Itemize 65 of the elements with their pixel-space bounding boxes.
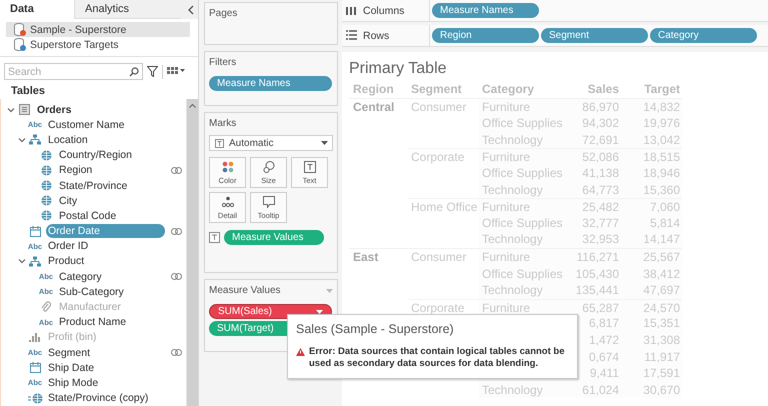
card-title: Filters xyxy=(209,57,238,68)
card-title: Pages xyxy=(209,8,238,19)
mark-type-dropdown[interactable]: Automatic xyxy=(209,135,333,151)
chevron-icon[interactable] xyxy=(7,106,15,114)
color-icon xyxy=(222,160,234,172)
chevron-icon[interactable] xyxy=(18,257,26,266)
bar-bins-icon xyxy=(29,332,41,342)
paperclip-icon xyxy=(41,301,51,314)
search-field[interactable]: Search xyxy=(4,63,143,80)
field-item[interactable]: Product xyxy=(1,254,186,270)
chevron-icon[interactable] xyxy=(18,136,26,144)
link-icon[interactable] xyxy=(171,166,182,174)
row-header: Central xyxy=(352,98,396,116)
link-icon[interactable] xyxy=(171,349,182,356)
detail-icon xyxy=(222,196,234,208)
size-icon xyxy=(262,160,274,172)
field-item[interactable]: State/Province xyxy=(1,178,186,194)
field-item[interactable]: City xyxy=(1,193,186,208)
globe-icon xyxy=(40,164,52,176)
calendar-icon xyxy=(30,226,40,237)
dropdown-caret-icon xyxy=(321,141,328,145)
warning-icon xyxy=(296,348,305,356)
text-mark-icon xyxy=(215,138,224,148)
rows-shelf-icon xyxy=(346,30,357,41)
table-icon xyxy=(18,104,30,116)
card-title: Marks xyxy=(209,118,238,129)
globe-icon xyxy=(40,210,52,222)
data-source-item[interactable]: Sample - Superstore xyxy=(6,22,190,37)
collapse-chevron-icon[interactable] xyxy=(187,5,194,15)
database-icon xyxy=(14,23,26,36)
hierarchy-icon xyxy=(29,134,41,146)
view-title: Primary Table xyxy=(349,60,448,79)
field-item[interactable]: Orders xyxy=(1,102,186,118)
shelf-label: Rows xyxy=(363,30,390,42)
card-menu-caret-icon xyxy=(326,289,333,293)
globe-icon xyxy=(40,180,52,192)
hierarchy-icon xyxy=(29,256,41,267)
card-title: Measure Values xyxy=(209,285,282,296)
calendar-icon xyxy=(30,362,40,374)
field-item[interactable]: Country/Region xyxy=(1,148,186,163)
filter-icon[interactable] xyxy=(147,66,158,77)
field-item[interactable]: Location xyxy=(1,132,186,148)
section-title: Tables xyxy=(10,84,46,99)
text-icon xyxy=(304,160,316,172)
field-item[interactable]: Postal Code xyxy=(1,208,186,224)
grid-view-icon[interactable] xyxy=(167,67,185,76)
field-item[interactable]: Ship Date xyxy=(1,360,186,376)
pane-tab[interactable]: Data xyxy=(0,0,74,19)
text-encoding-icon xyxy=(209,232,220,243)
globe-icon xyxy=(40,195,52,206)
data-source-item[interactable]: Superstore Targets xyxy=(6,37,190,52)
link-icon[interactable] xyxy=(171,273,182,280)
row-header: East xyxy=(352,248,380,266)
database-icon xyxy=(14,38,26,51)
columns-shelf-icon xyxy=(346,5,357,16)
field-item[interactable]: State/Province (copy) xyxy=(1,390,186,406)
field-item[interactable]: Region xyxy=(1,162,186,178)
link-icon[interactable] xyxy=(171,228,182,235)
error-message: Error: Data sources that contain logical tables cannot be used as secondary data sources for data blending. xyxy=(309,346,566,370)
scroll-up-icon xyxy=(189,103,196,108)
tooltip-icon xyxy=(262,196,274,208)
shelf-label: Columns xyxy=(363,4,404,16)
globe-icon xyxy=(40,150,52,161)
pane-tab[interactable]: Analytics xyxy=(74,0,181,19)
scrollbar[interactable] xyxy=(186,99,198,406)
